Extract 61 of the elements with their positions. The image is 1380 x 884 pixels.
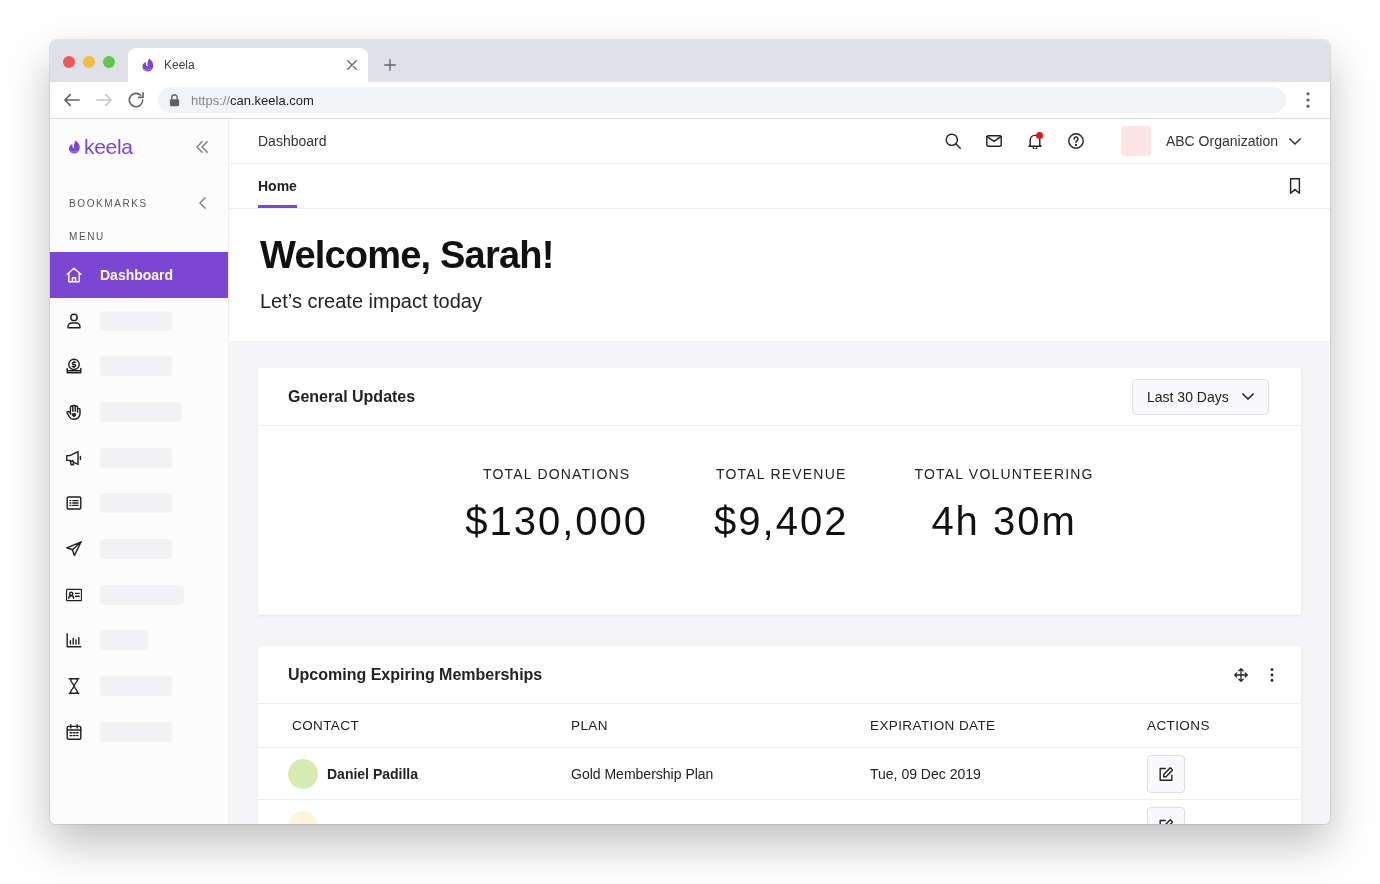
reload-icon[interactable]: [128, 92, 144, 108]
stat-label: TOTAL DONATIONS: [483, 466, 631, 483]
stat-label: TOTAL VOLUNTEERING: [914, 466, 1094, 483]
dollar-coin-icon: [66, 358, 82, 375]
chevron-down-icon[interactable]: [1289, 137, 1301, 145]
double-chevron-icon[interactable]: [196, 141, 208, 153]
megaphone-icon: [66, 449, 82, 466]
card-title: Upcoming Expiring Memberships: [288, 665, 543, 684]
column-header: EXPIRATION DATE: [870, 718, 996, 733]
welcome-subtitle: Let’s create impact today: [260, 289, 482, 313]
breadcrumb: Dashboard: [258, 133, 327, 149]
paper-plane-icon: [66, 540, 82, 557]
stat-value: 4h 30m: [931, 498, 1077, 545]
kebab-menu-icon[interactable]: [1270, 667, 1274, 682]
id-card-icon: [66, 586, 82, 603]
home-icon: [66, 266, 82, 283]
organization-name[interactable]: ABC Organization: [1165, 133, 1278, 149]
back-arrow-icon[interactable]: [64, 92, 80, 108]
menu-label: MENU: [69, 230, 105, 242]
lock-icon: [169, 93, 180, 107]
chevron-left-icon[interactable]: [199, 197, 206, 209]
move-icon[interactable]: [1234, 667, 1248, 682]
flame-icon: [141, 57, 155, 73]
help-icon[interactable]: [1067, 133, 1084, 149]
column-header: PLAN: [571, 718, 608, 733]
browser-tab[interactable]: Keela: [128, 48, 368, 82]
hourglass-icon: [66, 678, 82, 695]
hand-icon: [66, 403, 82, 420]
avatar-icon: [1120, 126, 1151, 156]
column-header: CONTACT: [292, 718, 360, 733]
bookmarks-label: BOOKMARKS: [69, 197, 148, 209]
table-cell: Gold Membership Plan: [571, 765, 714, 782]
flame-icon: [68, 139, 81, 155]
stat-value: $130,000: [465, 498, 649, 545]
stat-value: $9,402: [714, 498, 849, 545]
close-icon[interactable]: [347, 60, 357, 70]
address-bar[interactable]: https://can.keela.com: [158, 87, 1286, 113]
contact-name[interactable]: Daniel Padilla: [327, 765, 419, 782]
date-range-dropdown[interactable]: Last 30 Days: [1132, 378, 1269, 415]
window-close-icon[interactable]: [63, 56, 75, 68]
stat-label: TOTAL REVENUE: [716, 466, 847, 483]
calendar-icon: [66, 723, 82, 740]
edit-button[interactable]: [1147, 754, 1185, 793]
bar-chart-icon: [66, 632, 82, 649]
card-title: General Updates: [288, 387, 416, 406]
tab[interactable]: Home: [258, 164, 297, 208]
bell-icon[interactable]: [1026, 133, 1043, 149]
sidebar-item[interactable]: Dashboard: [50, 252, 228, 298]
edit-icon: [1159, 766, 1173, 781]
bookmark-icon[interactable]: [1289, 178, 1301, 194]
kebab-menu-icon[interactable]: [1306, 92, 1310, 108]
welcome-heading: Welcome, Sarah!: [260, 233, 554, 278]
table-cell: Tue, 09 Dec 2019: [870, 765, 981, 782]
search-icon[interactable]: [944, 133, 961, 149]
column-header: ACTIONS: [1147, 718, 1210, 733]
mail-icon[interactable]: [985, 133, 1002, 149]
chevron-down-icon[interactable]: [1242, 393, 1254, 400]
logo-text: keela: [84, 135, 133, 159]
person-icon: [66, 312, 82, 329]
list-icon: [66, 495, 82, 512]
plus-icon[interactable]: [384, 59, 396, 71]
